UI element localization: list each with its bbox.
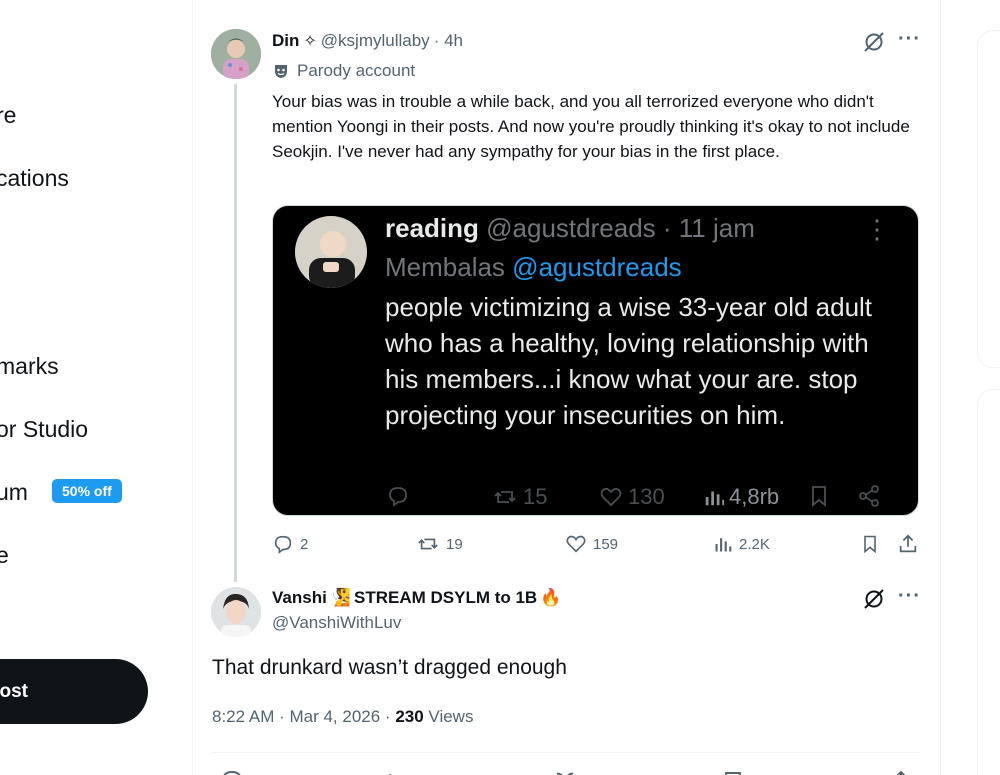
nav-item-premium[interactable]: um (0, 479, 28, 506)
embed-author-line: reading @agustdreads · 11 jam (385, 213, 755, 244)
right-sidebar-card (977, 30, 1000, 368)
reply-author-emoji-1: 🧏 (329, 588, 351, 607)
embed-bookmark-icon (807, 484, 831, 508)
reply-author-handle[interactable]: @VanshiWithLuv (272, 613, 401, 633)
reply-action[interactable]: 2 (272, 533, 308, 555)
thread-connector-line (234, 84, 237, 582)
views-action[interactable]: 2.2K (713, 533, 770, 555)
like-count: 159 (593, 535, 619, 553)
reply-repost-icon[interactable] (385, 768, 409, 775)
reply-author-avatar[interactable] (211, 587, 261, 637)
share-icon[interactable] (897, 533, 919, 555)
embed-author-name: reading (385, 213, 479, 243)
embed-repost-count: 15 (523, 484, 548, 509)
reply-author-emoji-2: 🔥 (540, 588, 562, 607)
nav-item-more[interactable]: e (0, 542, 9, 569)
embed-reply-handle: @agustdreads (512, 252, 682, 282)
reply-grok-icon[interactable] (862, 587, 886, 611)
author-badge: ✧ (303, 33, 317, 50)
nav-item-explore[interactable]: re (0, 102, 16, 129)
reply-bookmark-icon[interactable] (722, 768, 744, 775)
post-header: Din ✧ @ksjmylullaby · 4h (272, 31, 463, 51)
reply-view-count: 230 (395, 707, 424, 726)
embed-reply-icon (385, 484, 411, 508)
embed-reply-line: Membalas @agustdreads (385, 252, 682, 283)
reply-count: 2 (300, 535, 309, 553)
nav-item-notifications[interactable]: cations (0, 165, 69, 192)
repost-icon (416, 533, 440, 555)
views-count: 2.2K (739, 535, 770, 553)
reply-author-name-suffix[interactable]: STREAM DSYLM to 1B (354, 588, 537, 608)
parody-label-text: Parody account (297, 61, 416, 80)
author-avatar[interactable] (211, 29, 261, 79)
parody-label: Parody account (273, 61, 415, 81)
nav-item-bookmarks[interactable]: marks (0, 353, 59, 380)
right-sidebar-card-2 (977, 389, 1000, 775)
reply-reply-icon[interactable] (220, 768, 244, 775)
bookmark-icon[interactable] (860, 533, 880, 555)
embed-views: 4,8rb (703, 484, 779, 510)
reply-author-name[interactable]: Vanshi (272, 588, 327, 608)
reply-heart-icon[interactable] (553, 768, 577, 775)
nav-item-creator-studio[interactable]: or Studio (0, 416, 88, 443)
like-action[interactable]: 159 (565, 533, 618, 555)
repost-count: 19 (446, 535, 463, 553)
premium-discount-badge: 50% off (52, 479, 122, 503)
post-text: Your bias was in trouble a while back, a… (272, 92, 910, 161)
embed-like: 130 (598, 484, 665, 510)
embed-author-handle: @agustdreads · 11 jam (486, 213, 755, 243)
heart-icon (565, 533, 587, 555)
reply-header: Vanshi 🧏 STREAM DSYLM to 1B 🔥 (272, 588, 561, 608)
embed-views-count: 4,8rb (729, 484, 780, 509)
embed-reply-prefix: Membalas (385, 252, 505, 282)
author-handle[interactable]: @ksjmylullaby (321, 31, 430, 51)
reply-meta: 8:22 AM · Mar 4, 2026 · 230 Views (212, 707, 473, 727)
post-media-image[interactable]: reading @agustdreads · 11 jam ⋮ Membalas… (272, 205, 919, 516)
post-button-label: ost (0, 681, 28, 702)
reply-icon (272, 533, 294, 555)
embed-avatar (295, 216, 367, 288)
post-button[interactable]: ost (0, 659, 148, 724)
reply-share-icon[interactable] (890, 768, 912, 775)
author-name[interactable]: Din (272, 31, 299, 51)
reply-timestamp[interactable]: 8:22 AM · Mar 4, 2026 · (212, 707, 395, 726)
more-options-icon[interactable]: ··· (898, 28, 921, 51)
embed-action-bar: 15 130 4,8rb (385, 484, 905, 514)
reply-text: That drunkard wasn’t dragged enough (212, 656, 567, 679)
reply-more-options-icon[interactable]: ··· (898, 585, 921, 608)
mask-icon (273, 63, 289, 79)
embed-more-icon: ⋮ (864, 214, 890, 244)
embed-repost: 15 (491, 484, 547, 510)
repost-action[interactable]: 19 (416, 533, 463, 555)
post-time[interactable]: · 4h (434, 31, 463, 51)
embed-share-icon (857, 484, 881, 508)
embed-like-count: 130 (628, 484, 665, 509)
divider (212, 752, 920, 753)
reply-views-label: Views (423, 707, 474, 726)
grok-icon[interactable] (862, 30, 886, 54)
views-icon (713, 533, 733, 555)
embed-text: people victimizing a wise 33-year old ad… (385, 292, 873, 430)
left-sidebar: re cations marks or Studio um 50% off e … (0, 0, 192, 775)
